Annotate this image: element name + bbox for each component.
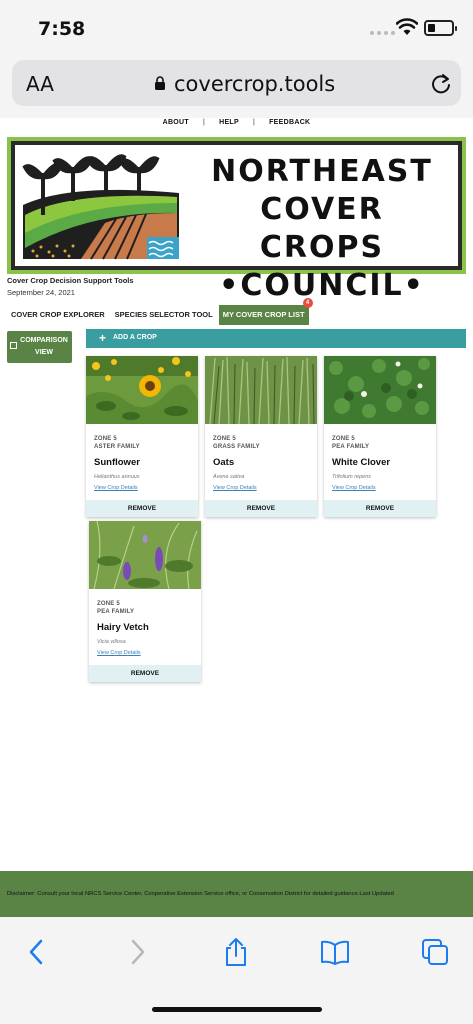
tab-my-cover-crop-list[interactable]: MY COVER CROP LIST 4 [218,298,313,325]
card-family: ASTER FAMILY [94,444,140,450]
footer: Disclaimer: Consult your local NRCS Serv… [0,871,473,917]
share-icon[interactable] [221,937,251,967]
crop-card: ZONE 5 ASTER FAMILY Sunflower Helianthus… [86,356,198,517]
reload-icon[interactable] [430,73,452,95]
nav-feedback[interactable]: FEEDBACK [269,119,310,133]
browser-bottom-toolbar [0,917,473,1024]
card-scientific-name: Vicia villosa [97,639,126,645]
compare-icon [10,342,17,349]
card-crop-name: White Clover [332,457,391,468]
card-crop-name: Hairy Vetch [97,622,149,633]
remove-button[interactable]: REMOVE [205,500,317,517]
view-crop-details-link[interactable]: View Crop Details [332,485,428,491]
banner-line-1: NORTHEAST [211,154,433,189]
crop-card: ZONE 5 PEA FAMILY White Clover Trifolium… [324,356,436,517]
view-crop-details-link[interactable]: View Crop Details [213,485,309,491]
home-indicator[interactable] [152,1007,322,1012]
hairy-vetch-image [89,520,201,590]
address-bar[interactable]: AA covercrop.tools [12,60,461,106]
card-scientific-name: Helianthus annuus [94,474,140,480]
tab-cover-crop-explorer[interactable]: COVER CROP EXPLORER [7,305,109,325]
battery-icon [424,20,457,36]
comparison-view-button[interactable]: COMPARISON VIEW [7,331,72,363]
card-zone: ZONE 5 [97,601,120,607]
forward-icon[interactable] [122,937,152,967]
status-bar: 7:58 [0,0,473,56]
lock-icon [155,76,165,90]
nav-divider: | [252,119,256,126]
view-crop-details-link[interactable]: View Crop Details [97,650,193,656]
footer-disclaimer: Disclaimer: Consult your local NRCS Serv… [7,891,394,897]
card-zone: ZONE 5 [332,436,355,442]
bookmarks-icon[interactable] [320,937,350,967]
site-banner[interactable]: NORTHEAST COVER CROPS •COUNCIL• [7,137,466,303]
white-clover-image [324,356,436,424]
text-size-button[interactable]: AA [26,72,54,96]
council-logo-icon [21,153,181,261]
top-nav: ABOUT | HELP | FEEDBACK [0,119,473,133]
card-crop-name: Oats [213,457,235,468]
card-crop-name: Sunflower [94,457,140,468]
nav-about[interactable]: ABOUT [163,119,189,133]
nav-help[interactable]: HELP [219,119,239,133]
card-zone: ZONE 5 [213,436,236,442]
card-scientific-name: Avena sativa [213,474,245,480]
card-body: ZONE 5 ASTER FAMILY Sunflower Helianthus… [86,429,198,500]
remove-button[interactable]: REMOVE [89,665,201,682]
card-body: ZONE 5 GRASS FAMILY Oats Avena sativa Vi… [205,429,317,500]
add-crop-label: ADD A CROP [113,334,157,341]
status-time: 7:58 [38,18,86,40]
add-crop-button[interactable]: + ADD A CROP [86,329,466,348]
banner-line-3: •COUNCIL• [219,268,425,303]
view-crop-details-link[interactable]: View Crop Details [94,485,190,491]
comparison-view-label: COMPARISON VIEW [20,337,68,356]
sunflower-image [86,356,198,424]
nav-divider: | [202,119,206,126]
main-tabs: COVER CROP EXPLORER SPECIES SELECTOR TOO… [7,298,313,325]
count-badge: 4 [302,298,313,308]
card-zone: ZONE 5 [94,436,117,442]
browser-toolbar: AA covercrop.tools [0,56,473,118]
remove-button[interactable]: REMOVE [86,500,198,517]
card-body: ZONE 5 PEA FAMILY White Clover Trifolium… [324,429,436,500]
remove-button[interactable]: REMOVE [324,500,436,517]
url-text[interactable]: covercrop.tools [174,72,335,96]
crop-card: ZONE 5 GRASS FAMILY Oats Avena sativa Vi… [205,356,317,517]
banner-line-2: COVER CROPS [259,192,385,265]
card-family: PEA FAMILY [332,444,370,450]
cellular-signal-icon [370,31,395,35]
back-icon[interactable] [22,937,52,967]
banner-title: NORTHEAST COVER CROPS •COUNCIL• [193,153,451,305]
card-body: ZONE 5 PEA FAMILY Hairy Vetch Vicia vill… [89,594,201,665]
plus-icon: + [99,331,107,345]
card-family: GRASS FAMILY [213,444,260,450]
tabs-icon[interactable] [420,937,450,967]
crop-card: ZONE 5 PEA FAMILY Hairy Vetch Vicia vill… [89,520,201,682]
site-date: September 24, 2021 [7,288,75,297]
oats-image [205,356,317,425]
tab-species-selector-tool[interactable]: SPECIES SELECTOR TOOL [111,305,217,325]
card-family: PEA FAMILY [97,609,135,615]
card-scientific-name: Trifolium repens [332,474,372,480]
wifi-icon [396,18,418,35]
site-subtitle: Cover Crop Decision Support Tools [7,276,134,285]
tab-label: MY COVER CROP LIST [222,310,305,319]
